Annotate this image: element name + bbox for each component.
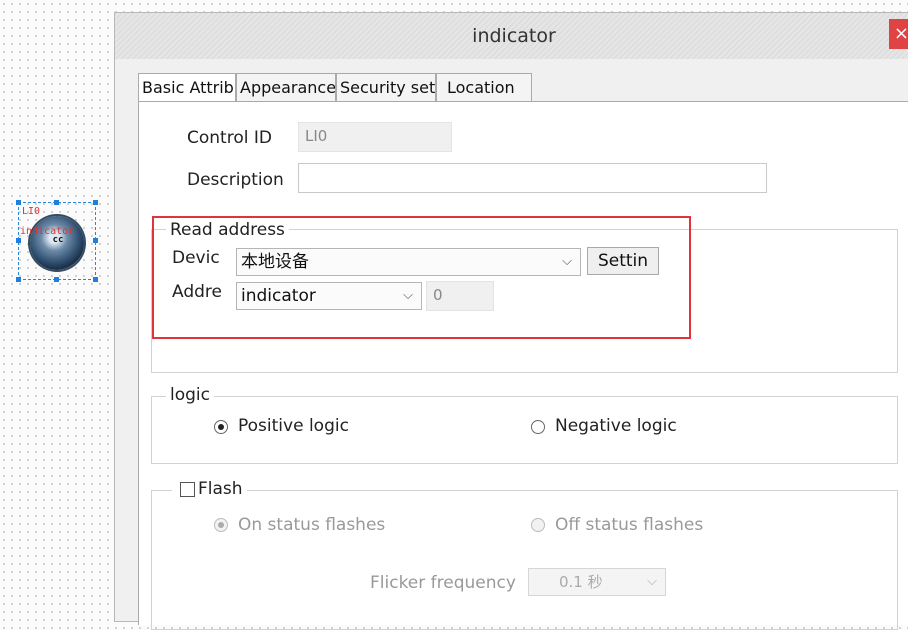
positive-logic-radio[interactable] (214, 420, 228, 434)
negative-logic-radio[interactable] (531, 420, 545, 434)
on-status-label: On status flashes (238, 515, 386, 535)
widget-id-label: LI0 (22, 206, 41, 217)
dialog-title: indicator (472, 25, 556, 47)
resize-handle[interactable] (93, 238, 98, 243)
positive-logic-label[interactable]: Positive logic (238, 416, 349, 436)
control-id-field: LI0 (298, 122, 452, 152)
description-field[interactable] (298, 163, 767, 193)
resize-handle[interactable] (54, 200, 59, 205)
flicker-frequency-label: Flicker frequency (370, 573, 516, 593)
resize-handle[interactable] (16, 200, 21, 205)
tab-basic-attributes[interactable]: Basic Attributes (138, 73, 236, 103)
negative-logic-label[interactable]: Negative logic (555, 416, 677, 436)
indicator-widget[interactable]: cc LI0 indicator (16, 200, 98, 282)
description-label: Description (187, 170, 284, 190)
dialog-titlebar[interactable]: indicator × (115, 13, 908, 59)
tab-security-set[interactable]: Security set (336, 73, 436, 101)
flicker-frequency-select[interactable]: 0.1 秒 ⌵ (528, 568, 666, 596)
tab-appearance[interactable]: Appearance (236, 73, 336, 101)
highlight-frame (152, 216, 691, 339)
flash-checkbox[interactable] (180, 482, 195, 497)
resize-handle[interactable] (93, 200, 98, 205)
resize-handle[interactable] (16, 277, 21, 282)
flash-group (151, 490, 898, 630)
logic-legend: logic (166, 385, 214, 405)
off-status-radio[interactable] (531, 518, 545, 532)
close-button[interactable]: × (889, 19, 908, 49)
resize-handle[interactable] (16, 238, 21, 243)
tab-location[interactable]: Location (436, 73, 532, 101)
widget-name-label: indicator (20, 226, 75, 237)
on-status-radio[interactable] (214, 518, 228, 532)
resize-handle[interactable] (93, 277, 98, 282)
flicker-frequency-value: 0.1 秒 (559, 573, 603, 591)
control-id-label: Control ID (187, 128, 272, 148)
chevron-down-icon: ⌵ (647, 574, 657, 589)
off-status-label: Off status flashes (555, 515, 704, 535)
resize-handle[interactable] (54, 277, 59, 282)
